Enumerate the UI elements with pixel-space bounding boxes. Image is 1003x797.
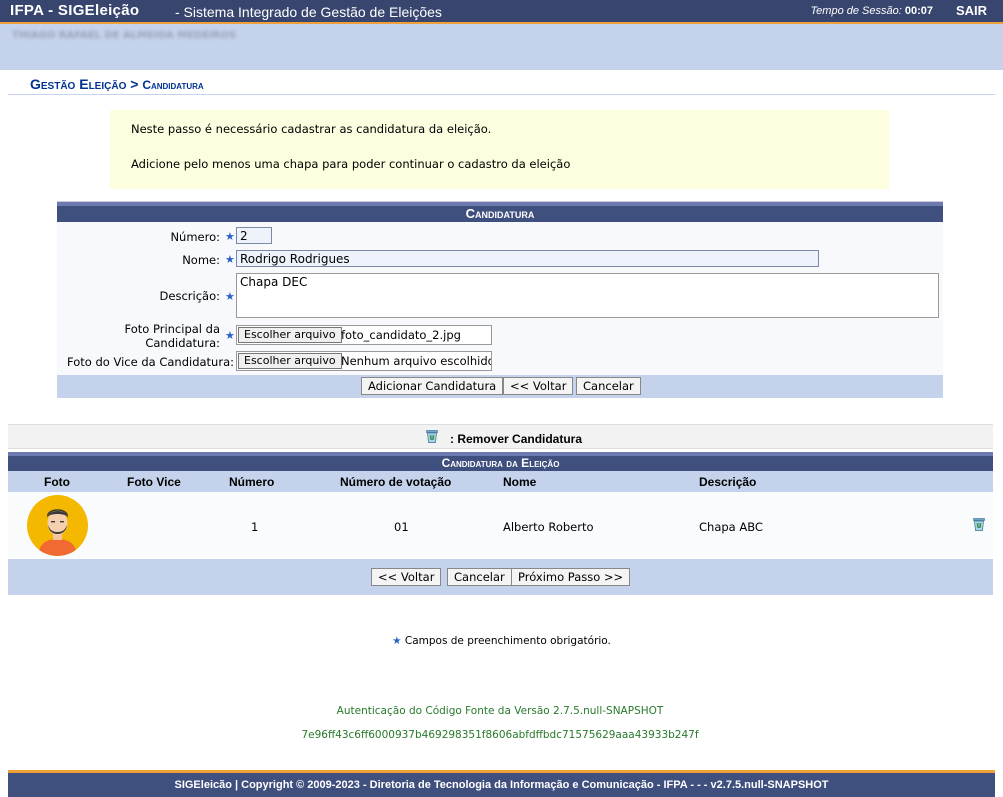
required-note: ★ Campos de preenchimento obrigatório.	[0, 635, 1003, 647]
row-nome: Alberto Roberto	[503, 520, 594, 534]
system-description: - Sistema Integrado de Gestão de Eleiçõe…	[175, 4, 442, 20]
col-numero: Número	[229, 475, 275, 489]
action-legend: : Remover Candidatura	[8, 424, 993, 449]
required-star-icon: ★	[225, 230, 235, 243]
page-title-bar: Gestão Eleição > Candidatura	[8, 72, 995, 95]
required-star-icon: ★	[225, 290, 235, 303]
descricao-label: Descrição:	[159, 289, 220, 303]
nome-label: Nome:	[182, 253, 220, 267]
vice-file-input[interactable]: Escolher arquivo Nenhum arquivo escolhid…	[236, 351, 492, 371]
info-message-box: Neste passo é necessário cadastrar as ca…	[110, 110, 889, 189]
next-step-button[interactable]: Próximo Passo >>	[511, 568, 631, 586]
foto-choose-button[interactable]: Escolher arquivo	[238, 327, 342, 343]
add-candidatura-button[interactable]: Adicionar Candidatura	[361, 377, 504, 395]
top-header-bar: IFPA - SIGEleição - Sistema Integrado de…	[0, 0, 1003, 24]
row-numero: 1	[251, 520, 259, 534]
nome-input[interactable]	[236, 250, 819, 267]
auth-version-line: Autenticação do Código Fonte da Versão 2…	[336, 705, 664, 717]
vice-choose-button[interactable]: Escolher arquivo	[238, 353, 342, 369]
session-time: 00:07	[904, 5, 933, 17]
session-label: Tempo de Sessão:	[810, 5, 902, 17]
col-foto-vice: Foto Vice	[127, 475, 181, 489]
foto-label-line1: Foto Principal da	[124, 322, 220, 336]
page-title-sub: Candidatura	[142, 78, 204, 92]
system-name: IFPA - SIGEleição	[10, 2, 140, 19]
back-button[interactable]: << Voltar	[503, 377, 574, 395]
numero-input[interactable]	[236, 227, 272, 244]
remove-trash-icon[interactable]	[973, 517, 985, 531]
foto-label-line2: Candidatura:	[145, 336, 220, 350]
table-header: Foto Foto Vice Número Número de votação …	[8, 471, 993, 493]
avatar-icon	[27, 495, 88, 556]
candidatura-form: Candidatura Número: ★ Nome: ★ Descrição:…	[57, 201, 943, 398]
form-title: Candidatura	[57, 202, 943, 222]
page-title: Gestão Eleição > Candidatura	[30, 76, 204, 92]
vice-label: Foto do Vice da Candidatura:	[67, 355, 234, 369]
page-title-main: Gestão Eleição >	[30, 76, 139, 92]
logout-link[interactable]: SAIR	[956, 3, 987, 18]
required-note-text: Campos de preenchimento obrigatório.	[404, 635, 611, 647]
foto-file-input[interactable]: Escolher arquivo foto_candidato_2.jpg	[236, 325, 492, 345]
col-nome: Nome	[503, 475, 537, 489]
vice-file-name: Nenhum arquivo escolhido	[341, 354, 491, 368]
remove-legend-text: : Remover Candidatura	[450, 432, 583, 446]
col-foto: Foto	[44, 475, 70, 489]
required-star-icon: ★	[225, 253, 235, 266]
candidatura-list: Candidatura da Eleição Foto Foto Vice Nú…	[8, 452, 993, 595]
copyright-text: SIGEleicão | Copyright © 2009-2023 - Dir…	[174, 779, 829, 791]
table-row: 1 01 Alberto Roberto Chapa ABC	[8, 492, 993, 558]
info-line-1: Neste passo é necessário cadastrar as ca…	[131, 122, 492, 136]
descricao-textarea[interactable]: Chapa DEC	[236, 273, 939, 318]
required-star-icon: ★	[225, 329, 235, 342]
list-back-button[interactable]: << Voltar	[371, 568, 442, 586]
user-info-bar: THIAGO RAFAEL DE ALMEIDA MEDEIROS	[0, 24, 1003, 70]
info-line-2: Adicione pelo menos uma chapa para poder…	[131, 157, 571, 171]
required-star-icon: ★	[392, 635, 402, 647]
session-timer: Tempo de Sessão: 00:07	[810, 5, 933, 17]
trash-icon	[426, 430, 438, 443]
user-name: THIAGO RAFAEL DE ALMEIDA MEDEIROS	[12, 30, 237, 41]
form-actions: Adicionar Candidatura << Voltar Cancelar	[57, 375, 943, 398]
list-cancel-button[interactable]: Cancelar	[447, 568, 512, 586]
row-numero-votacao: 01	[394, 520, 409, 534]
list-title: Candidatura da Eleição	[8, 452, 993, 471]
col-numero-votacao: Número de votação	[340, 475, 452, 489]
row-descricao: Chapa ABC	[699, 520, 763, 534]
list-actions: << Voltar Cancelar Próximo Passo >>	[8, 559, 993, 595]
foto-file-name: foto_candidato_2.jpg	[341, 328, 461, 342]
numero-label: Número:	[170, 230, 220, 244]
page-footer: SIGEleicão | Copyright © 2009-2023 - Dir…	[8, 770, 995, 797]
auth-hash-line: 7e96ff43c6ff6000937b469298351f8606abfdff…	[301, 729, 699, 741]
cancel-button[interactable]: Cancelar	[576, 377, 641, 395]
col-descricao: Descrição	[699, 475, 757, 489]
